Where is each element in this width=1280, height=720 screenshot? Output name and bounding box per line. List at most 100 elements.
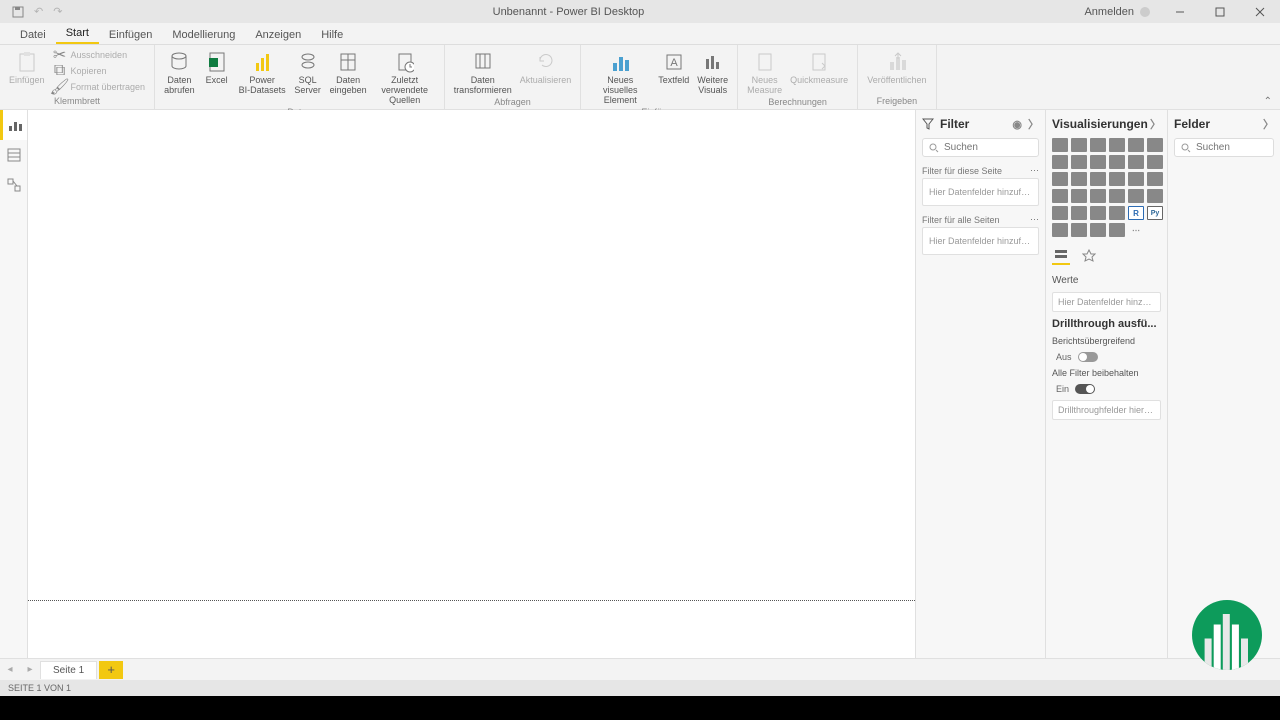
viz-slicer[interactable] — [1071, 206, 1087, 220]
viz-clustered-bar[interactable] — [1090, 138, 1106, 152]
tab-modeling[interactable]: Modellierung — [162, 26, 245, 44]
page-tabs: ◂ ▸ Seite 1 + — [0, 658, 1280, 680]
viz-stacked-area[interactable] — [1090, 155, 1106, 169]
collapse-ribbon-icon[interactable]: ⌃ — [1264, 96, 1272, 107]
more-icon[interactable]: ⋯ — [1030, 214, 1039, 225]
tab-help[interactable]: Hilfe — [311, 26, 353, 44]
prev-page-button[interactable]: ◂ — [0, 664, 20, 675]
filter-collapse-icon[interactable]: 〉 — [1028, 116, 1039, 132]
redo-icon[interactable]: ↷ — [53, 5, 62, 18]
viz-line[interactable] — [1052, 155, 1068, 169]
fields-collapse-icon[interactable]: 〉 — [1263, 116, 1274, 132]
viz-area[interactable] — [1071, 155, 1087, 169]
excel-button[interactable]: Excel — [200, 47, 234, 87]
viz-decomposition[interactable] — [1071, 223, 1087, 237]
more-visuals-button[interactable]: Weitere Visuals — [694, 47, 731, 97]
report-view-button[interactable] — [0, 110, 27, 140]
viz-collapse-icon[interactable]: 〉 — [1150, 116, 1161, 132]
filter-icon — [922, 118, 934, 130]
fields-tab[interactable] — [1052, 247, 1070, 265]
group-calc-label: Berechnungen — [744, 97, 851, 108]
pbi-datasets-button[interactable]: Power BI-Datasets — [236, 47, 289, 97]
viz-line-clustered[interactable] — [1128, 155, 1144, 169]
ribbon-tabs: Datei Start Einfügen Modellierung Anzeig… — [0, 23, 1280, 45]
viz-stacked-column[interactable] — [1071, 138, 1087, 152]
format-painter-button: 🖌Format übertragen — [50, 79, 149, 95]
viz-100-bar[interactable] — [1128, 138, 1144, 152]
viz-scatter[interactable] — [1090, 172, 1106, 186]
sql-server-button[interactable]: SQL Server — [291, 47, 325, 97]
fields-search[interactable] — [1174, 138, 1274, 157]
filter-search[interactable] — [922, 138, 1039, 157]
more-icon[interactable]: ⋯ — [1030, 165, 1039, 176]
report-canvas[interactable]: ⬉ — [28, 110, 915, 658]
get-data-button[interactable]: Daten abrufen — [161, 47, 198, 97]
transform-data-button[interactable]: Daten transformieren — [451, 47, 515, 97]
viz-python[interactable]: Py — [1147, 206, 1163, 220]
clipboard-icon — [17, 49, 37, 75]
fields-search-input[interactable] — [1196, 142, 1280, 153]
tab-insert[interactable]: Einfügen — [99, 26, 162, 44]
powerbi-icon — [253, 49, 271, 75]
close-button[interactable] — [1240, 0, 1280, 23]
viz-donut[interactable] — [1128, 172, 1144, 186]
data-view-button[interactable] — [0, 140, 27, 170]
sql-icon — [299, 49, 317, 75]
viz-table[interactable] — [1090, 206, 1106, 220]
viz-gauge[interactable] — [1109, 189, 1125, 203]
viz-funnel[interactable] — [1071, 172, 1087, 186]
viz-treemap[interactable] — [1147, 172, 1163, 186]
save-icon[interactable] — [12, 6, 24, 18]
viz-key-influencers[interactable] — [1052, 223, 1068, 237]
filter-view-icon[interactable]: ◉ — [1012, 118, 1022, 131]
minimize-button[interactable] — [1160, 0, 1200, 23]
viz-more[interactable]: ⋯ — [1128, 223, 1144, 237]
enter-data-button[interactable]: Daten eingeben — [327, 47, 370, 97]
drillthrough-well[interactable]: Drillthroughfelder hier hinz... — [1052, 400, 1161, 420]
viz-matrix[interactable] — [1109, 206, 1125, 220]
keep-filters-toggle[interactable] — [1075, 384, 1095, 394]
keep-filters-label: Alle Filter beibehalten — [1052, 368, 1161, 378]
model-view-button[interactable] — [0, 170, 27, 200]
next-page-button[interactable]: ▸ — [20, 664, 40, 675]
tab-home[interactable]: Start — [56, 24, 99, 44]
tab-view[interactable]: Anzeigen — [245, 26, 311, 44]
cross-report-toggle[interactable] — [1078, 352, 1098, 362]
viz-ribbon[interactable] — [1147, 155, 1163, 169]
viz-qna[interactable] — [1090, 223, 1106, 237]
viz-clustered-column[interactable] — [1109, 138, 1125, 152]
signin-button[interactable]: Anmelden — [1074, 6, 1160, 18]
values-label: Werte — [1052, 275, 1161, 286]
viz-map[interactable] — [1052, 189, 1068, 203]
maximize-button[interactable] — [1200, 0, 1240, 23]
ribbon: Einfügen ✂Ausschneiden ⧉Kopieren 🖌Format… — [0, 45, 1280, 110]
viz-card[interactable] — [1128, 189, 1144, 203]
viz-100-column[interactable] — [1147, 138, 1163, 152]
undo-icon[interactable]: ↶ — [34, 5, 43, 18]
paste-button: Einfügen — [6, 47, 48, 87]
viz-waterfall[interactable] — [1052, 172, 1068, 186]
format-tab[interactable] — [1080, 247, 1098, 265]
viz-line-stacked[interactable] — [1109, 155, 1125, 169]
add-page-button[interactable]: + — [99, 661, 123, 679]
all-filters-well[interactable]: Hier Datenfelder hinzufüg... — [922, 227, 1039, 255]
avatar-placeholder-icon — [1140, 7, 1150, 17]
viz-pie[interactable] — [1109, 172, 1125, 186]
values-well[interactable]: Hier Datenfelder hinzufügen — [1052, 292, 1161, 312]
new-visual-button[interactable]: Neues visuelles Element — [587, 47, 653, 107]
tab-file[interactable]: Datei — [10, 26, 56, 44]
page-filters-well[interactable]: Hier Datenfelder hinzufüg... — [922, 178, 1039, 206]
viz-filled-map[interactable] — [1071, 189, 1087, 203]
viz-multi-card[interactable] — [1147, 189, 1163, 203]
group-share-label: Freigeben — [864, 96, 929, 107]
viz-stacked-bar[interactable] — [1052, 138, 1068, 152]
viz-r-script[interactable]: R — [1128, 206, 1144, 220]
title-bar: ↶ ↷ Unbenannt - Power BI Desktop Anmelde… — [0, 0, 1280, 23]
viz-paginated[interactable] — [1109, 223, 1125, 237]
recent-sources-button[interactable]: Zuletzt verwendete Quellen — [372, 47, 438, 107]
group-queries-label: Abfragen — [451, 97, 575, 108]
viz-kpi[interactable] — [1052, 206, 1068, 220]
page-tab-1[interactable]: Seite 1 — [40, 661, 97, 679]
viz-shape-map[interactable] — [1090, 189, 1106, 203]
textbox-button[interactable]: ATextfeld — [655, 47, 692, 87]
